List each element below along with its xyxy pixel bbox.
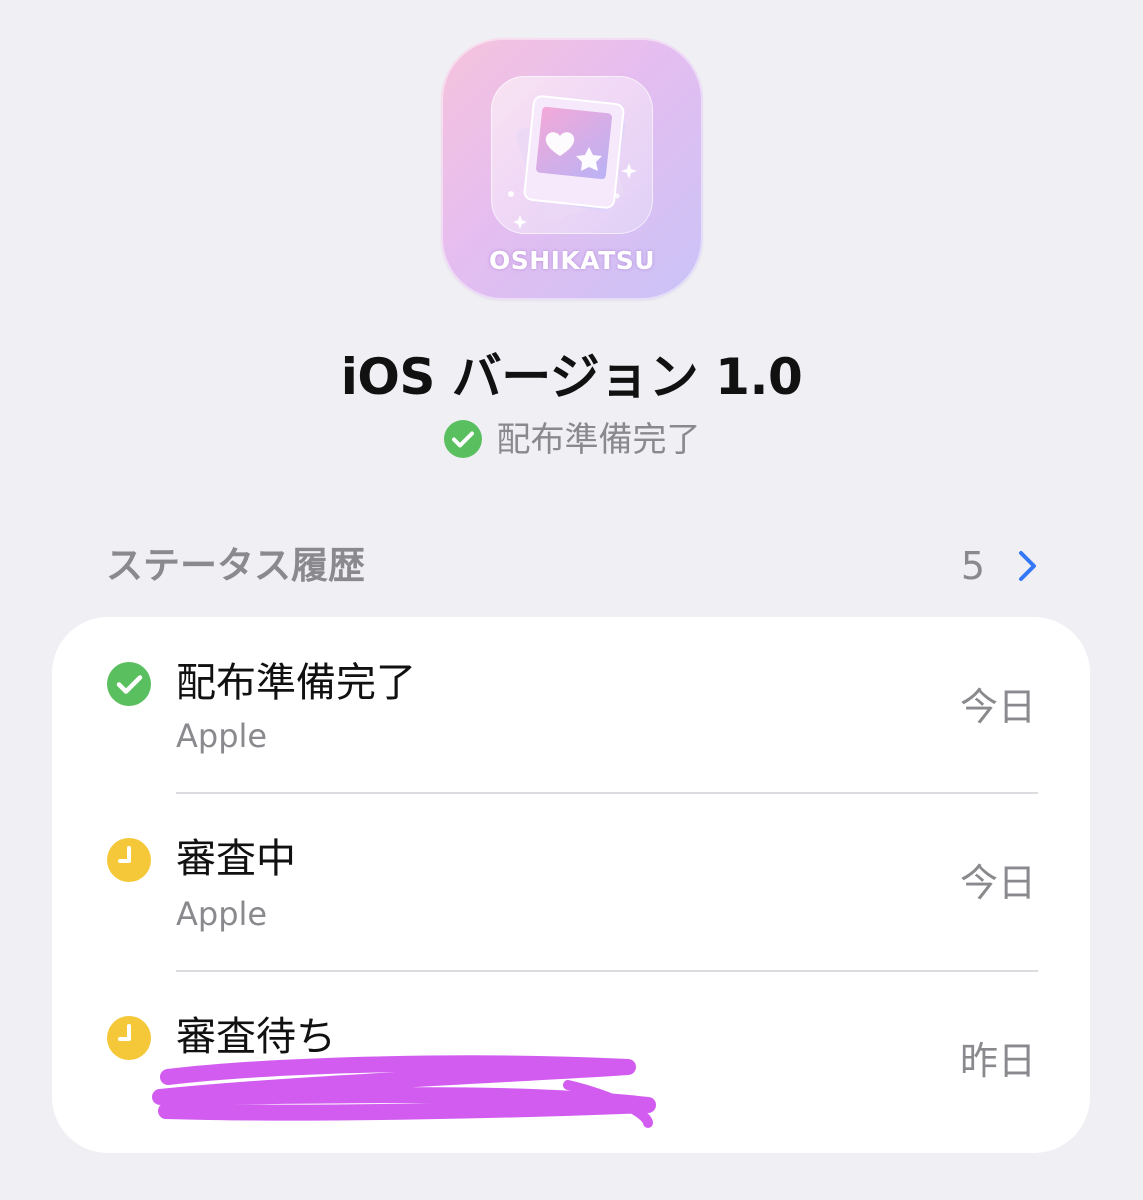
yellow-clock-icon: [107, 1016, 151, 1060]
chevron-right-icon[interactable]: [1016, 548, 1040, 584]
history-row-title: 配布準備完了: [176, 660, 416, 706]
yellow-clock-icon: [107, 838, 151, 882]
history-row-date: 今日: [959, 861, 1036, 905]
page-title: iOS バージョン 1.0: [340, 348, 803, 406]
history-row-subtitle: Apple: [176, 717, 268, 755]
history-row-subtitle: Apple: [176, 895, 268, 933]
status-history-card: 配布準備完了 Apple 今日 審査中 Apple 今日 審査待ち 昨日: [52, 617, 1090, 1153]
app-icon: OSHIKATSU: [441, 38, 703, 300]
history-row-in-review[interactable]: 審査中 Apple 今日: [52, 795, 1090, 973]
green-checkmark-icon: [443, 419, 482, 458]
divider: [176, 792, 1038, 794]
redaction-scribble: [152, 1055, 656, 1128]
history-row-date: 昨日: [959, 1039, 1036, 1083]
history-row-title: 審査中: [176, 836, 296, 882]
status-history-header: ステータス履歴: [106, 544, 365, 587]
divider: [176, 970, 1038, 972]
history-row-ready[interactable]: 配布準備完了 Apple 今日: [52, 617, 1090, 795]
status-history-count[interactable]: 5: [961, 542, 985, 590]
history-row-date: 今日: [959, 685, 1036, 729]
distribution-status-text: 配布準備完了: [496, 420, 701, 460]
distribution-status: 配布準備完了: [0, 418, 1143, 462]
app-icon-label: OSHIKATSU: [488, 246, 656, 275]
green-checkmark-icon: [107, 662, 151, 706]
